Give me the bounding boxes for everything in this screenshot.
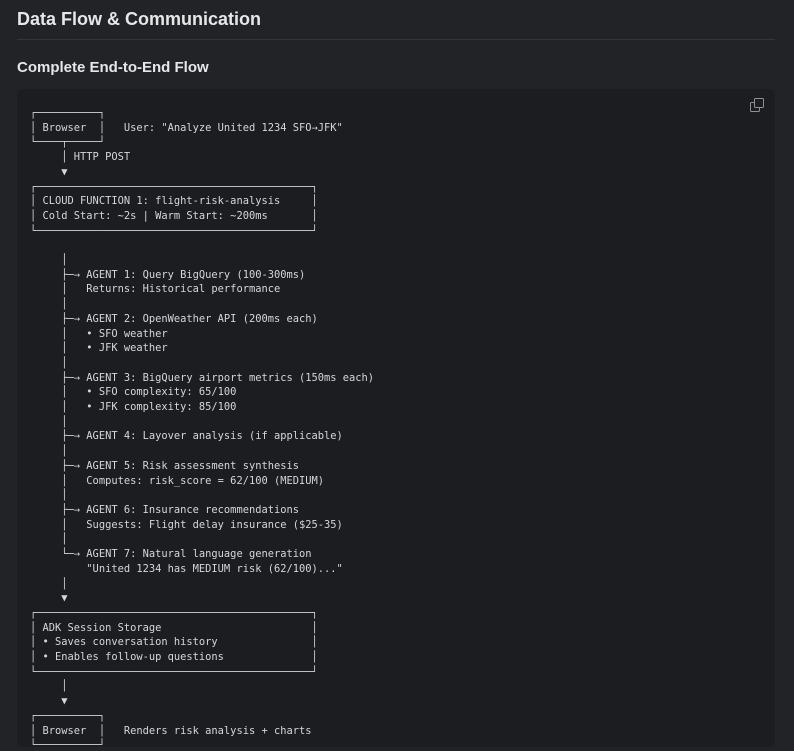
diagram-line: ▼ <box>30 165 68 178</box>
heading-divider <box>17 39 775 40</box>
diagram-line: │ Browser │ Renders risk analysis + char… <box>30 724 312 737</box>
diagram-line: ├─→ AGENT 5: Risk assessment synthesis <box>30 459 299 472</box>
diagram-line: │ Returns: Historical performance <box>30 283 281 296</box>
diagram-line: │ Browser │ User: "Analyze United 1234 S… <box>30 121 343 134</box>
diagram-line: ┌───────────────────────────────────────… <box>30 606 318 619</box>
diagram-line: └───────────────────────────────────────… <box>30 224 318 237</box>
diagram-line: │ Cold Start: ~2s | Warm Start: ~200ms │ <box>30 209 318 222</box>
diagram-line: │ • Enables follow-up questions │ <box>30 651 318 664</box>
diagram-line: │ <box>30 533 68 546</box>
diagram-line: │ <box>30 356 68 369</box>
diagram-line: ┌───────────────────────────────────────… <box>30 180 318 193</box>
section-heading: Data Flow & Communication <box>17 9 262 29</box>
diagram-line: │ <box>30 298 68 311</box>
diagram-line: │ • SFO weather <box>30 327 168 340</box>
diagram-line: │ ADK Session Storage │ <box>30 621 318 634</box>
code-block: ┌──────────┐ │ Browser │ User: "Analyze … <box>17 89 775 751</box>
copy-icon[interactable] <box>750 98 764 112</box>
diagram-line: └───────────────────────────────────────… <box>30 665 318 678</box>
diagram-line: ├─→ AGENT 3: BigQuery airport metrics (1… <box>30 371 375 384</box>
diagram-line: │ Computes: risk_score = 62/100 (MEDIUM) <box>30 474 325 487</box>
diagram-line: │ <box>30 489 68 502</box>
subsection-heading: Complete End-to-End Flow <box>17 59 209 76</box>
diagram-line: ├─→ AGENT 1: Query BigQuery (100-300ms) <box>30 268 306 281</box>
diagram-line: │ Suggests: Flight delay insurance ($25-… <box>30 518 343 531</box>
diagram-line: │ <box>30 577 68 590</box>
diagram-line: │ <box>30 445 68 458</box>
diagram-line: └────┬─────┘ <box>30 136 106 149</box>
diagram-line: ▼ <box>30 592 68 605</box>
diagram-line: │ HTTP POST <box>30 151 131 164</box>
diagram-line: ▼ <box>30 695 68 708</box>
diagram-line: │ <box>30 680 68 693</box>
diagram-line: │ • JFK complexity: 85/100 <box>30 401 237 414</box>
diagram-line: │ <box>30 254 68 267</box>
diagram-line: ┌──────────┐ <box>30 709 106 722</box>
flow-diagram: ┌──────────┐ │ Browser │ User: "Analyze … <box>30 106 374 751</box>
diagram-line: │ • JFK weather <box>30 342 168 355</box>
diagram-line: │ • Saves conversation history │ <box>30 636 318 649</box>
page: Data Flow & Communication Complete End-t… <box>0 0 794 751</box>
diagram-line: "United 1234 has MEDIUM risk (62/100)...… <box>30 562 343 575</box>
diagram-line: ┌──────────┐ <box>30 107 106 119</box>
diagram-line: ├─→ AGENT 6: Insurance recommendations <box>30 503 299 516</box>
diagram-line: └──────────┘ <box>30 739 106 751</box>
diagram-line: │ <box>30 415 68 428</box>
diagram-line: ├─→ AGENT 4: Layover analysis (if applic… <box>30 430 343 443</box>
diagram-line: ├─→ AGENT 2: OpenWeather API (200ms each… <box>30 312 318 325</box>
diagram-line: └─→ AGENT 7: Natural language generation <box>30 548 312 561</box>
diagram-line: │ • SFO complexity: 65/100 <box>30 386 237 399</box>
diagram-line: │ CLOUD FUNCTION 1: flight-risk-analysis… <box>30 195 318 208</box>
